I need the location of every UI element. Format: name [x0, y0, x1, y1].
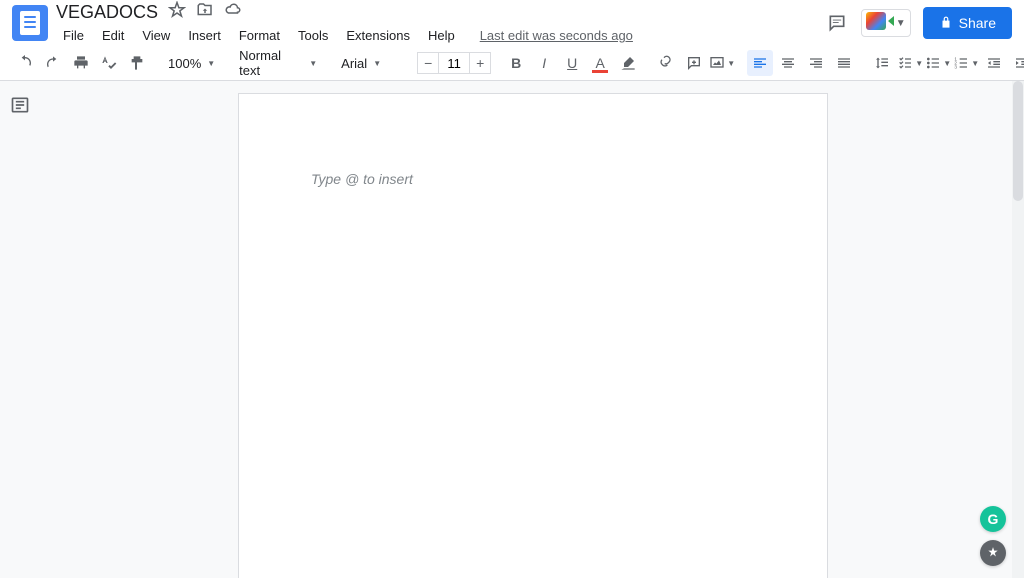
editor-area: Type @ to insert: [0, 81, 1024, 578]
font-size-group: − +: [417, 52, 491, 74]
align-justify-button[interactable]: [831, 50, 857, 76]
font-size-input[interactable]: [439, 52, 469, 74]
decrease-font-button[interactable]: −: [417, 52, 439, 74]
title-area: VEGADOCS File Edit View Insert Format To…: [56, 1, 825, 45]
align-left-button[interactable]: [747, 50, 773, 76]
menu-file[interactable]: File: [56, 26, 91, 45]
increase-indent-button[interactable]: [1009, 50, 1024, 76]
highlight-button[interactable]: [615, 50, 641, 76]
text-color-button[interactable]: A: [587, 50, 613, 76]
page[interactable]: Type @ to insert: [238, 93, 828, 578]
insert-link-button[interactable]: [653, 50, 679, 76]
document-title[interactable]: VEGADOCS: [56, 2, 158, 23]
menu-view[interactable]: View: [135, 26, 177, 45]
checklist-button[interactable]: ▼: [897, 50, 923, 76]
placeholder-text: Type @ to insert: [311, 171, 413, 187]
scrollbar[interactable]: [1012, 81, 1024, 578]
last-edit-link[interactable]: Last edit was seconds ago: [478, 26, 635, 45]
menu-bar: File Edit View Insert Format Tools Exten…: [56, 26, 825, 45]
chevron-down-icon: ▼: [207, 59, 215, 68]
star-icon[interactable]: [168, 1, 186, 24]
scrollbar-thumb[interactable]: [1013, 81, 1023, 201]
share-button[interactable]: Share: [923, 7, 1012, 39]
explore-button[interactable]: [980, 540, 1006, 566]
redo-button[interactable]: [40, 50, 66, 76]
undo-button[interactable]: [12, 50, 38, 76]
bulleted-list-button[interactable]: ▼: [925, 50, 951, 76]
move-icon[interactable]: [196, 1, 214, 24]
share-label: Share: [959, 15, 996, 31]
menu-edit[interactable]: Edit: [95, 26, 131, 45]
numbered-list-button[interactable]: 123▼: [953, 50, 979, 76]
comments-history-icon[interactable]: [825, 11, 849, 35]
menu-extensions[interactable]: Extensions: [339, 26, 417, 45]
chevron-down-icon: ▼: [373, 59, 381, 68]
style-dropdown[interactable]: Normal text ▼: [233, 50, 323, 76]
insert-image-button[interactable]: ▼: [709, 50, 735, 76]
increase-font-button[interactable]: +: [469, 52, 491, 74]
spellcheck-button[interactable]: [96, 50, 122, 76]
menu-help[interactable]: Help: [421, 26, 462, 45]
underline-button[interactable]: U: [559, 50, 585, 76]
line-spacing-button[interactable]: [869, 50, 895, 76]
chevron-down-icon: ▼: [309, 59, 317, 68]
paint-format-button[interactable]: [124, 50, 150, 76]
cloud-status-icon[interactable]: [224, 1, 242, 24]
font-dropdown[interactable]: Arial ▼: [335, 50, 405, 76]
header: VEGADOCS File Edit View Insert Format To…: [0, 0, 1024, 46]
toolbar: 100% ▼ Normal text ▼ Arial ▼ − + B I U A…: [0, 46, 1024, 81]
meet-icon: [866, 12, 894, 34]
italic-button[interactable]: I: [531, 50, 557, 76]
svg-text:3: 3: [955, 64, 958, 69]
menu-insert[interactable]: Insert: [181, 26, 228, 45]
add-comment-button[interactable]: [681, 50, 707, 76]
left-rail: [0, 81, 42, 578]
menu-format[interactable]: Format: [232, 26, 287, 45]
align-right-button[interactable]: [803, 50, 829, 76]
zoom-dropdown[interactable]: 100% ▼: [162, 50, 221, 76]
chevron-down-icon: ▼: [896, 18, 906, 29]
decrease-indent-button[interactable]: [981, 50, 1007, 76]
bold-button[interactable]: B: [503, 50, 529, 76]
menu-tools[interactable]: Tools: [291, 26, 335, 45]
align-center-button[interactable]: [775, 50, 801, 76]
meet-button[interactable]: ▼: [861, 9, 911, 37]
outline-toggle-icon[interactable]: [10, 95, 32, 117]
grammarly-icon[interactable]: G: [980, 506, 1006, 532]
print-button[interactable]: [68, 50, 94, 76]
document-canvas[interactable]: Type @ to insert: [42, 81, 1024, 578]
docs-logo[interactable]: [12, 5, 48, 41]
